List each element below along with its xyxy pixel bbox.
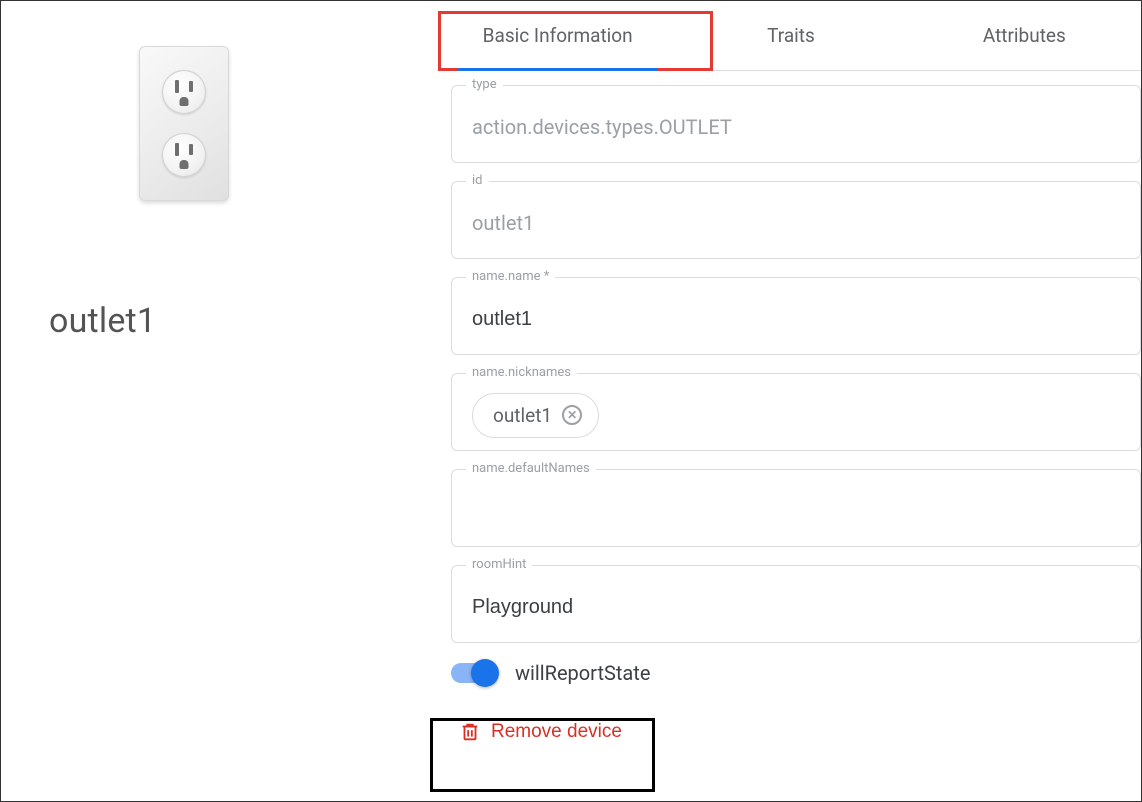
field-id: id outlet1 bbox=[451, 181, 1141, 259]
tab-bar: Basic Information Traits Attributes bbox=[441, 1, 1141, 71]
device-summary-panel: outlet1 bbox=[1, 1, 441, 801]
field-room-hint[interactable]: roomHint bbox=[451, 565, 1141, 643]
will-report-state-label: willReportState bbox=[515, 661, 650, 685]
field-type: type action.devices.types.OUTLET bbox=[451, 85, 1141, 163]
field-default-names[interactable]: name.defaultNames bbox=[451, 469, 1141, 547]
default-names-input[interactable] bbox=[472, 500, 1120, 523]
field-name[interactable]: name.name * bbox=[451, 277, 1141, 355]
tab-traits[interactable]: Traits bbox=[674, 1, 907, 70]
tab-basic-information[interactable]: Basic Information bbox=[441, 1, 674, 70]
device-title: outlet1 bbox=[49, 301, 441, 341]
remove-device-label: Remove device bbox=[491, 721, 622, 743]
nickname-chip[interactable]: outlet1 bbox=[472, 393, 599, 438]
outlet-socket-icon bbox=[162, 133, 206, 177]
field-nicknames[interactable]: name.nicknames outlet1 bbox=[451, 373, 1141, 451]
trash-icon bbox=[459, 721, 481, 743]
outlet-plate-icon bbox=[139, 46, 229, 201]
field-default-names-label: name.defaultNames bbox=[466, 461, 596, 476]
basic-info-form: type action.devices.types.OUTLET id outl… bbox=[441, 71, 1141, 753]
field-id-label: id bbox=[466, 173, 489, 188]
name-input[interactable] bbox=[472, 308, 1120, 331]
outlet-socket-icon bbox=[162, 70, 206, 114]
remove-chip-icon[interactable] bbox=[562, 405, 582, 425]
field-name-label: name.name * bbox=[466, 269, 555, 284]
remove-device-button[interactable]: Remove device bbox=[445, 711, 636, 753]
field-type-label: type bbox=[466, 77, 503, 92]
device-image bbox=[139, 46, 441, 201]
room-hint-input[interactable] bbox=[472, 596, 1120, 619]
field-type-value: action.devices.types.OUTLET bbox=[472, 115, 1120, 139]
field-id-value: outlet1 bbox=[472, 211, 1120, 235]
will-report-state-toggle[interactable] bbox=[451, 663, 497, 683]
field-room-hint-label: roomHint bbox=[466, 557, 532, 572]
nickname-chip-label: outlet1 bbox=[493, 404, 552, 427]
field-nicknames-label: name.nicknames bbox=[466, 365, 577, 380]
tab-attributes[interactable]: Attributes bbox=[908, 1, 1141, 70]
